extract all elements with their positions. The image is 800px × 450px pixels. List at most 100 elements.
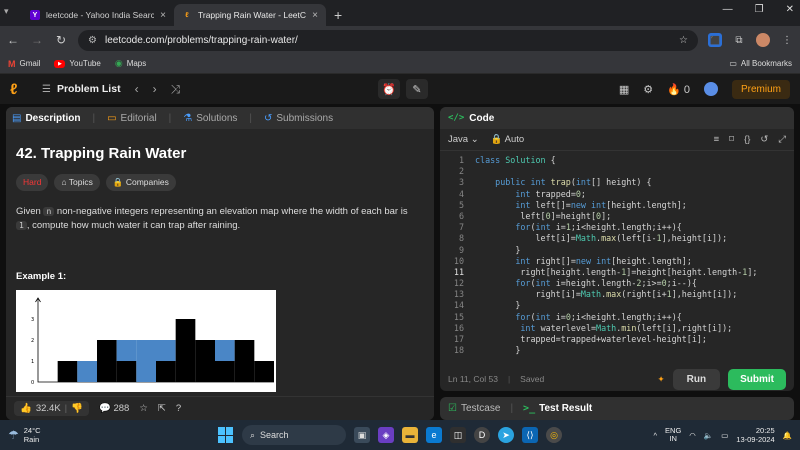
notes-icon[interactable]: ✎ xyxy=(406,79,428,99)
code-line[interactable]: 16 int waterlevel=Math.min(left[i],right… xyxy=(440,323,794,334)
tab-search-icon[interactable]: ▾ xyxy=(4,6,9,17)
language-indicator[interactable]: ENG IN xyxy=(665,427,681,443)
shuffle-icon[interactable]: ⤨ xyxy=(171,82,181,97)
code-line[interactable]: 17 trapped=trapped+waterlevel-height[i]; xyxy=(440,334,794,345)
premium-button[interactable]: Premium xyxy=(731,79,790,99)
wifi-icon[interactable]: ◠ xyxy=(689,431,696,440)
store-icon[interactable]: ◫ xyxy=(450,427,466,443)
next-problem-icon[interactable]: › xyxy=(153,82,157,97)
tab-editorial[interactable]: ▭ Editorial xyxy=(107,113,157,124)
bookmark-maps[interactable]: ◉ Maps xyxy=(115,58,146,69)
code-line[interactable]: 4 int trapped=0; xyxy=(440,189,794,200)
new-tab-button[interactable]: + xyxy=(334,7,342,23)
code-line[interactable]: 10 int right[]=new int[height.length]; xyxy=(440,256,794,267)
layout-icon[interactable]: ▦ xyxy=(619,83,629,96)
code-line[interactable]: 3 public int trap(int[] height) { xyxy=(440,177,794,188)
share-icon[interactable]: ⇱ xyxy=(158,403,166,414)
run-button[interactable]: Run xyxy=(672,368,721,390)
forward-icon[interactable]: → xyxy=(30,33,44,47)
tab-testcase[interactable]: ☑ Testcase xyxy=(448,403,500,414)
system-clock[interactable]: 20:25 13-09-2024 xyxy=(736,426,774,444)
all-bookmarks[interactable]: ▭ All Bookmarks xyxy=(729,59,792,68)
code-line[interactable]: 8 left[i]=Math.max(left[i-1],height[i]); xyxy=(440,233,794,244)
notification-icon[interactable]: 🔔 xyxy=(783,431,792,440)
bookmark-icon[interactable]: ⌑ xyxy=(729,134,734,145)
file-explorer-icon[interactable]: ▬ xyxy=(402,427,418,443)
code-line[interactable]: 7 for(int i=1;i<height.length;i++){ xyxy=(440,222,794,233)
bookmark-star-icon[interactable]: ☆ xyxy=(679,35,688,46)
submit-button[interactable]: Submit xyxy=(728,368,786,390)
code-line[interactable]: 9 } xyxy=(440,245,794,256)
help-icon[interactable]: ? xyxy=(176,403,181,414)
code-line[interactable]: 11 right[height.length-1]=height[height.… xyxy=(440,267,794,278)
like-count: 32.4K xyxy=(35,403,61,414)
close-tab-icon[interactable]: × xyxy=(160,10,166,21)
puzzle-icon[interactable]: ⧉ xyxy=(732,33,746,47)
profile-avatar[interactable] xyxy=(756,33,770,47)
code-editor[interactable]: 1 class Solution {2 3 public int trap(int[… xyxy=(440,155,794,367)
url-bar[interactable]: ⚙ leetcode.com/problems/trapping-rain-wa… xyxy=(78,29,698,51)
leetcode-favicon-icon: ℓ xyxy=(185,11,189,19)
companies-tag[interactable]: 🔒 Companies xyxy=(105,174,176,191)
edge-icon[interactable]: e xyxy=(426,427,442,443)
code-line[interactable]: 18 } xyxy=(440,345,794,356)
close-tab-icon[interactable]: × xyxy=(312,10,318,21)
telegram-icon[interactable]: ➤ xyxy=(498,427,514,443)
favorite-star-icon[interactable]: ☆ xyxy=(139,403,148,414)
thumbs-down-icon[interactable]: 👎 xyxy=(71,403,83,414)
code-line[interactable]: 1 class Solution { xyxy=(440,155,794,166)
restore-icon[interactable]: ❐ xyxy=(755,4,764,15)
debug-icon[interactable]: ✦ xyxy=(658,374,665,385)
user-avatar[interactable] xyxy=(703,82,718,96)
close-window-icon[interactable]: ✕ xyxy=(786,4,794,15)
leetcode-logo-icon[interactable]: ℓ xyxy=(10,81,30,98)
tab-leetcode[interactable]: ℓ Trapping Rain Water - LeetCode × xyxy=(174,4,326,26)
menu-dots-icon[interactable]: ⋮ xyxy=(780,33,794,47)
reset-icon[interactable]: ↺ xyxy=(760,134,768,145)
tab-submissions[interactable]: ↺ Submissions xyxy=(264,113,333,124)
code-line[interactable]: 6 left[0]=height[0]; xyxy=(440,211,794,222)
extension-icon[interactable]: ⬛ xyxy=(708,33,722,47)
bookmark-gmail[interactable]: M Gmail xyxy=(8,59,40,69)
code-line[interactable]: 14 } xyxy=(440,300,794,311)
format-icon[interactable]: ≡ xyxy=(714,134,720,145)
code-line[interactable]: 13 right[i]=Math.max(right[i+1],height[i… xyxy=(440,289,794,300)
weather-widget[interactable]: ☂ 24°C Rain xyxy=(8,426,41,444)
comments-button[interactable]: 💬 288 xyxy=(99,403,129,414)
chart-elevation-bar xyxy=(57,361,78,382)
vscode-icon[interactable]: ⟨⟩ xyxy=(522,427,538,443)
bookmark-youtube[interactable]: ▶ YouTube xyxy=(54,59,101,68)
back-icon[interactable]: ← xyxy=(6,33,20,47)
task-view-icon[interactable]: ▣ xyxy=(354,427,370,443)
windows-start-icon[interactable] xyxy=(218,427,234,443)
code-line[interactable]: 5 int left[]=new int[height.length]; xyxy=(440,200,794,211)
topics-tag[interactable]: ⌂ Topics xyxy=(54,174,100,191)
prev-problem-icon[interactable]: ‹ xyxy=(135,82,139,97)
code-line[interactable]: 2 xyxy=(440,166,794,177)
volume-icon[interactable]: 🔈 xyxy=(704,431,713,440)
like-button[interactable]: 👍 32.4K | 👎 xyxy=(14,401,89,416)
fullscreen-icon[interactable]: ⤢ xyxy=(778,134,786,145)
braces-icon[interactable]: {} xyxy=(744,134,750,145)
tab-solutions[interactable]: ⚗ Solutions xyxy=(183,113,237,124)
dell-icon[interactable]: D xyxy=(474,427,490,443)
site-info-icon[interactable]: ⚙ xyxy=(88,35,97,46)
problem-list-button[interactable]: ☰ Problem List xyxy=(42,83,121,95)
tab-test-result[interactable]: >_ Test Result xyxy=(523,403,592,414)
code-line[interactable]: 12 for(int i=height.length-2;i>=0;i--){ xyxy=(440,278,794,289)
reload-icon[interactable]: ↻ xyxy=(54,33,68,47)
battery-icon[interactable]: ▭ xyxy=(721,431,728,440)
chevron-up-icon[interactable]: ^ xyxy=(654,431,658,440)
copilot-icon[interactable]: ◈ xyxy=(378,427,394,443)
tab-description[interactable]: ▤ Description xyxy=(12,113,80,124)
language-select[interactable]: Java ⌄ xyxy=(448,134,479,145)
minimize-icon[interactable]: — xyxy=(723,4,733,15)
timer-icon[interactable]: ⏰ xyxy=(378,79,400,99)
code-line[interactable]: 15 for(int i=0;i<height.length;i++){ xyxy=(440,312,794,323)
streak-counter[interactable]: 🔥 0 xyxy=(667,83,690,96)
auto-mode[interactable]: 🔒 Auto xyxy=(491,134,525,145)
tab-yahoo[interactable]: Y leetcode - Yahoo India Search Results … xyxy=(22,4,174,26)
chrome-icon[interactable]: ◎ xyxy=(546,427,562,443)
taskbar-search[interactable]: ⌕ Search xyxy=(242,425,346,445)
settings-gear-icon[interactable]: ⚙ xyxy=(643,83,653,96)
